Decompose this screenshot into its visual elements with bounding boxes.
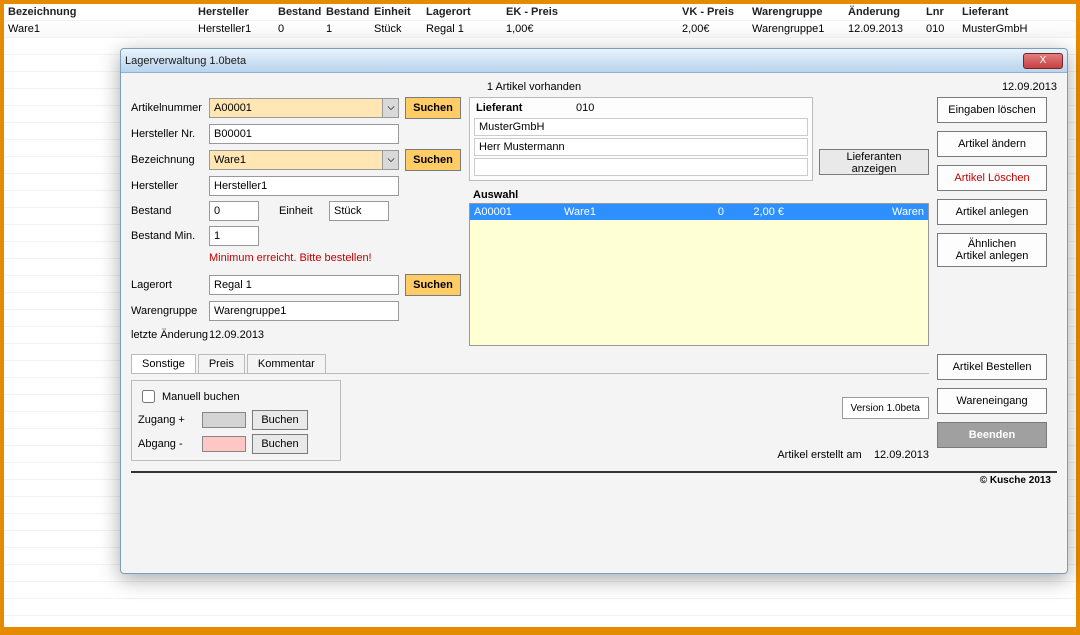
label-lagerort: Lagerort [131, 279, 209, 291]
tab-kommentar[interactable]: Kommentar [247, 354, 326, 373]
label-manuell: Manuell buchen [162, 391, 240, 403]
label-einheit: Einheit [279, 205, 329, 217]
lagerort-input[interactable] [209, 275, 399, 295]
manuell-buchen-checkbox[interactable] [142, 390, 155, 403]
lieferant-empty-row [474, 158, 808, 176]
buchen-abgang-button[interactable]: Buchen [252, 434, 308, 454]
bezeichnung-combo[interactable] [209, 150, 399, 170]
artikelnummer-input[interactable] [210, 99, 382, 117]
list-item[interactable]: A00001 Ware1 0 2,00 € Waren [470, 204, 928, 220]
chevron-down-icon[interactable] [382, 99, 398, 117]
beenden-button[interactable]: Beenden [937, 422, 1047, 448]
tab-bar: Sonstige Preis Kommentar [131, 354, 929, 374]
buchen-zugang-button[interactable]: Buchen [252, 410, 308, 430]
label-bestand-min: Bestand Min. [131, 230, 209, 242]
artikelnummer-combo[interactable] [209, 98, 399, 118]
lieferant-code: 010 [576, 102, 594, 114]
article-count: 1 Artikel vorhanden [131, 81, 937, 93]
einheit-input[interactable] [329, 201, 389, 221]
label-lieferant: Lieferant [476, 102, 576, 114]
lieferant-name: MusterGmbH [474, 118, 808, 136]
label-hersteller: Hersteller [131, 180, 209, 192]
abgang-swatch [202, 436, 246, 452]
label-artikelnummer: Artikelnummer [131, 102, 209, 114]
article-form: Artikelnummer Suchen Hersteller Nr. Beze… [131, 97, 461, 346]
erstellt-am-value: 12.09.2013 [874, 449, 929, 461]
label-abgang: Abgang - [138, 438, 196, 450]
label-warengruppe: Warengruppe [131, 305, 209, 317]
lieferant-contact: Herr Mustermann [474, 138, 808, 156]
titlebar: Lagerverwaltung 1.0beta X [121, 49, 1067, 73]
label-zugang: Zugang + [138, 414, 196, 426]
letzte-aenderung-value: 12.09.2013 [209, 329, 264, 341]
suchen-lagerort-button[interactable]: Suchen [405, 274, 461, 296]
artikel-loeschen-button[interactable]: Artikel Löschen [937, 165, 1047, 191]
copyright: © Kusche 2013 [131, 471, 1057, 488]
hersteller-nr-input[interactable] [209, 124, 399, 144]
warengruppe-input[interactable] [209, 301, 399, 321]
label-auswahl: Auswahl [473, 189, 929, 201]
wareneingang-button[interactable]: Wareneingang [937, 388, 1047, 414]
artikel-anlegen-button[interactable]: Artikel anlegen [937, 199, 1047, 225]
tab-sonstige[interactable]: Sonstige [131, 354, 196, 373]
stock-warning: Minimum erreicht. Bitte bestellen! [209, 252, 461, 264]
lieferant-box: Lieferant 010 MusterGmbH Herr Mustermann [469, 97, 813, 181]
artikel-bestellen-button[interactable]: Artikel Bestellen [937, 354, 1047, 380]
suchen-artikelnummer-button[interactable]: Suchen [405, 97, 461, 119]
suchen-bezeichnung-button[interactable]: Suchen [405, 149, 461, 171]
chevron-down-icon[interactable] [382, 151, 398, 169]
close-icon[interactable]: X [1023, 53, 1063, 69]
label-erstellt: Artikel erstellt am [777, 449, 861, 461]
tab-preis[interactable]: Preis [198, 354, 245, 373]
artikel-aendern-button[interactable]: Artikel ändern [937, 131, 1047, 157]
hersteller-input[interactable] [209, 176, 399, 196]
label-bestand: Bestand [131, 205, 209, 217]
label-bezeichnung: Bezeichnung [131, 154, 209, 166]
action-panel: Eingaben löschen Artikel ändern Artikel … [937, 97, 1057, 346]
current-date: 12.09.2013 [937, 81, 1057, 93]
inventory-dialog: Lagerverwaltung 1.0beta X 1 Artikel vorh… [120, 48, 1068, 574]
label-hersteller-nr: Hersteller Nr. [131, 128, 209, 140]
bestand-min-input[interactable] [209, 226, 259, 246]
zugang-swatch [202, 412, 246, 428]
label-letzte-aenderung: letzte Änderung [131, 329, 209, 341]
bezeichnung-input[interactable] [210, 151, 382, 169]
auswahl-listbox[interactable]: A00001 Ware1 0 2,00 € Waren [469, 203, 929, 346]
aehnlichen-artikel-button[interactable]: Ähnlichen Artikel anlegen [937, 233, 1047, 267]
bestand-input[interactable] [209, 201, 259, 221]
version-button[interactable]: Version 1.0beta [842, 397, 930, 419]
lieferanten-anzeigen-button[interactable]: Lieferanten anzeigen [819, 149, 929, 175]
eingaben-loeschen-button[interactable]: Eingaben löschen [937, 97, 1047, 123]
window-title: Lagerverwaltung 1.0beta [125, 55, 246, 67]
manual-booking-box: Manuell buchen Zugang + Buchen Abgang - … [131, 380, 341, 461]
